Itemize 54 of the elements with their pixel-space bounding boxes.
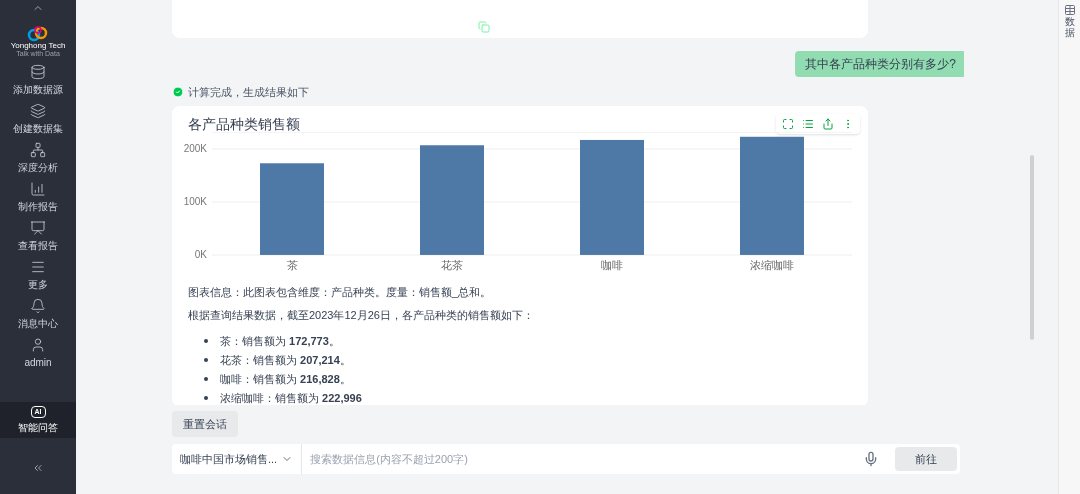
bullet-icon [204, 338, 208, 343]
copy-icon[interactable] [478, 21, 490, 33]
result-item: 茶：销售额为 172,773。 [204, 331, 860, 351]
database-icon [30, 64, 46, 80]
input-bar[interactable]: 咖啡中国市场销售... 搜索数据信息(内容不超过200字) 前往 [172, 444, 960, 474]
list-icon[interactable] [802, 117, 814, 130]
check-icon [172, 86, 184, 99]
collapse-icon[interactable] [32, 462, 44, 474]
expand-icon[interactable] [782, 117, 794, 130]
logo-icon [26, 26, 50, 42]
axis-category-label: 茶 [286, 258, 298, 271]
logo-name: Yonghong Tech [10, 42, 66, 50]
sidebar-item[interactable]: 添加数据源 [0, 61, 76, 100]
sidebar-item[interactable]: 消息中心 [0, 295, 76, 334]
bar[interactable] [260, 162, 324, 255]
scrollbar[interactable] [1030, 155, 1034, 340]
axis-tick-label: 200K [183, 142, 207, 154]
table-icon[interactable] [1063, 4, 1076, 16]
sidebar-item[interactable]: 深度分析 [0, 139, 76, 178]
sidebar-item[interactable]: 查看报告 [0, 217, 76, 256]
bullet-icon [204, 376, 208, 381]
axis-tick-label: 100K [183, 195, 207, 207]
chart-info: 图表信息：此图表包含维度：产品种类。度量：销售额_总和。 [188, 285, 493, 301]
monitor-chart-icon [30, 220, 46, 236]
result-item: 浓缩咖啡：销售额为 222,996 [204, 388, 860, 405]
chart-title: 各产品种类销售额 [188, 114, 300, 134]
summary-text: 根据查询结果数据，截至2023年12月26日，各产品种类的销售额如下： [188, 307, 535, 323]
bullet-icon [204, 395, 208, 400]
sidebar-item[interactable]: 更多 [0, 256, 76, 295]
bell-icon [30, 298, 46, 314]
layers-icon [30, 103, 46, 119]
result-item: 花茶：销售额为 207,214。 [204, 350, 860, 370]
user-icon [30, 337, 46, 353]
panel-label[interactable]: 数据 [1064, 16, 1075, 38]
microphone-icon[interactable] [863, 451, 879, 467]
menu-icon [30, 259, 46, 275]
submit-button[interactable]: 前往 [895, 447, 957, 471]
bar-chart-icon [30, 181, 46, 197]
bullet-icon [204, 357, 208, 362]
sidebar-item[interactable]: 创建数据集 [0, 100, 76, 139]
user-message-bubble: 其中各产品种类分别有多少? [795, 51, 964, 77]
export-icon[interactable] [822, 117, 834, 130]
reset-button[interactable]: 重置会话 [172, 411, 238, 437]
sidebar-item[interactable]: 制作报告 [0, 178, 76, 217]
axis-category-label: 花茶 [441, 258, 463, 271]
dataset-select[interactable]: 咖啡中国市场销售... [172, 444, 303, 474]
result-item: 咖啡：销售额为 216,828。 [204, 369, 860, 389]
sidebar-item[interactable]: admin [0, 334, 76, 373]
axis-category-label: 咖啡 [601, 258, 623, 271]
status-text: 计算完成，生成结果如下 [188, 85, 309, 100]
network-icon [30, 142, 46, 158]
axis-category-label: 浓缩咖啡 [750, 258, 794, 271]
search-field[interactable]: 搜索数据信息(内容不超过200字) [302, 450, 863, 468]
axis-tick-label: 0K [194, 248, 207, 260]
